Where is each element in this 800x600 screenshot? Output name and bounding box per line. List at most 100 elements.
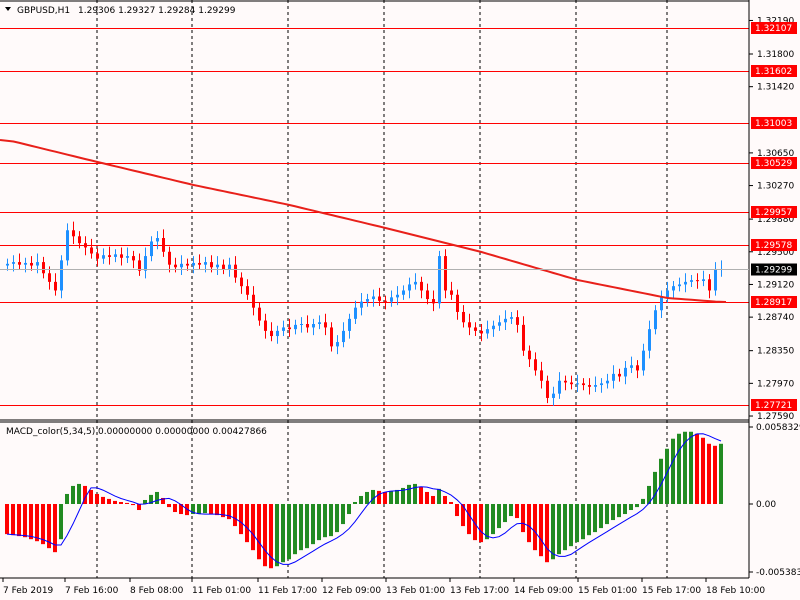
macd-bar [263,504,267,567]
macd-bar [689,431,693,504]
symbol-label: GBPUSD,H1 [17,6,70,16]
ohlc-values: 1.29306 1.29327 1.29284 1.29299 [78,6,236,16]
macd-bar [503,504,507,523]
time-tick-label: 8 Feb 08:00 [130,586,184,596]
price-tick-label: 1.27590 [757,412,794,422]
macd-bar [563,504,567,551]
macd-bar [11,504,15,536]
macd-bar [437,488,441,504]
macd-bar [701,437,705,504]
macd-bar [653,471,657,504]
time-tick-label: 7 Feb 2019 [3,586,54,596]
macd-bar [23,504,27,538]
macd-bar [635,504,639,508]
time-tick-label: 18 Feb 10:00 [706,586,765,596]
price-level-label: 1.31602 [751,65,797,77]
price-level-label: 1.29957 [751,206,797,218]
macd-bar [371,489,375,504]
macd-bar [575,504,579,543]
macd-bar [377,490,381,504]
macd-bar [581,504,585,540]
macd-bar [587,504,591,536]
macd-bar [515,504,519,519]
macd-bar [101,496,105,504]
macd-bar [251,504,255,551]
macd-axis-zero: 0.00 [756,500,776,510]
macd-bar [443,495,447,504]
time-tick-label: 11 Feb 01:00 [192,586,251,596]
macd-bar [455,504,459,517]
macd-bar [509,504,513,517]
macd-bar [467,504,471,535]
svg-text:1.29957: 1.29957 [755,208,792,218]
macd-bar [239,504,243,535]
macd-bar [419,486,423,504]
macd-bar [59,504,63,540]
macd-header: MACD_color(5,34,5) 0.00000000 0.00000000… [6,427,267,437]
macd-bar [41,504,45,545]
macd-bar [323,504,327,538]
price-tick-label: 1.31420 [757,83,794,93]
macd-bar [569,504,573,547]
macd-bar [485,504,489,540]
svg-text:1.29578: 1.29578 [755,241,792,251]
macd-bar [155,491,159,504]
current-price-label: 1.29299 [751,263,797,276]
svg-text:1.29299: 1.29299 [755,266,792,276]
macd-bar [233,504,237,527]
macd-bar [77,483,81,504]
macd-bar [365,491,369,504]
macd-bar [107,498,111,504]
macd-bar [329,504,333,537]
macd-bar [35,504,39,542]
macd-title: MACD_color(5,34,5) [6,427,95,437]
macd-bar [137,504,141,511]
time-tick-label: 11 Feb 17:00 [258,586,317,596]
macd-bar [449,501,453,504]
macd-bar [209,504,213,515]
macd-bar [5,504,9,535]
price-tick-label: 1.30270 [757,182,794,192]
svg-text:1.31003: 1.31003 [755,119,792,129]
macd-bar [395,489,399,504]
macd-bar [425,491,429,504]
macd-bar [695,433,699,504]
macd-bar [65,493,69,504]
macd-bar [29,504,33,540]
macd-bar [671,438,675,504]
macd-bar [407,484,411,504]
macd-bar [593,504,597,533]
macd-bar [641,498,645,504]
macd-bar [281,504,285,563]
time-tick-label: 13 Feb 01:00 [386,586,445,596]
time-tick-label: 7 Feb 16:00 [65,586,119,596]
trading-chart[interactable]: 1.321901.318001.314201.306501.302701.298… [0,0,800,600]
time-tick-label: 13 Feb 17:00 [450,586,509,596]
macd-bar [215,504,219,516]
time-tick-label: 12 Feb 09:00 [322,586,381,596]
macd-bar [491,504,495,535]
macd-bar [677,433,681,504]
macd-bar [629,504,633,511]
macd-bar [311,504,315,545]
macd-bar [341,504,345,525]
macd-bar [359,495,363,504]
price-tick-label: 1.27970 [757,379,794,389]
candle [438,250,441,309]
macd-bar [287,504,291,560]
macd-bar [119,501,123,504]
macd-bar [545,504,549,563]
price-level-label: 1.29578 [751,239,797,251]
svg-text:1.31602: 1.31602 [755,67,792,77]
macd-bar [599,504,603,529]
macd-bar [551,504,555,560]
macd-bar [335,504,339,533]
macd-bar [383,491,387,504]
macd-bar [557,504,561,555]
price-level-label: 1.30529 [751,157,797,169]
macd-bar [71,485,75,504]
svg-text:1.32107: 1.32107 [755,24,792,34]
macd-bar [611,504,615,521]
macd-bar [479,504,483,543]
macd-bar [113,500,117,504]
